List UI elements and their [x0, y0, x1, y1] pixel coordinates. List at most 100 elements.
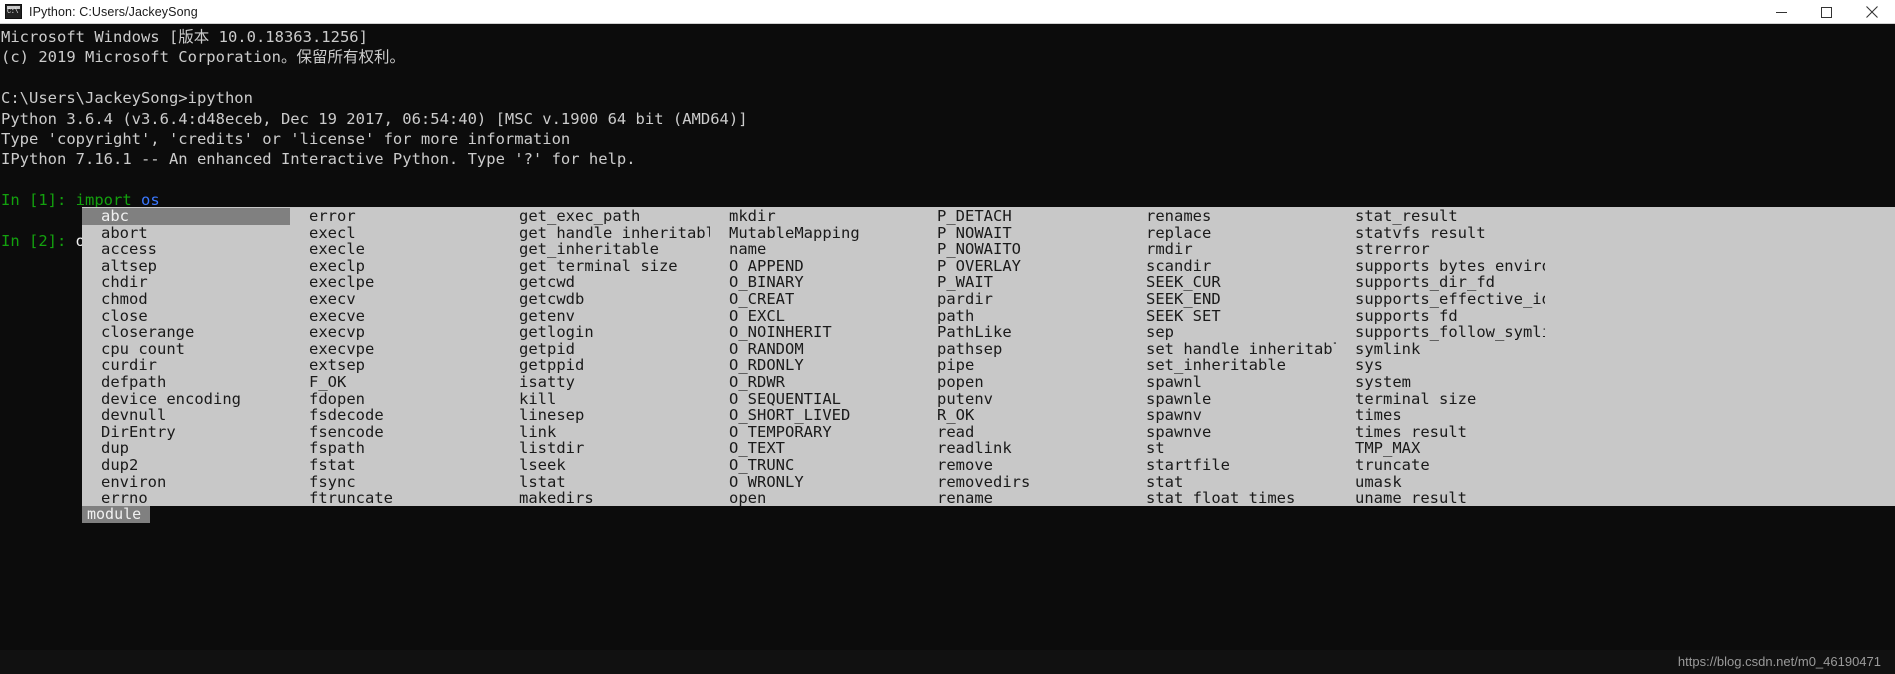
completion-item[interactable]: symlink: [1336, 341, 1545, 358]
completion-item[interactable]: rmdir: [1127, 241, 1336, 258]
completion-item[interactable]: terminal_size: [1336, 391, 1545, 408]
completion-item[interactable]: scandir: [1127, 258, 1336, 275]
completion-item[interactable]: devnull: [82, 407, 290, 424]
completion-item[interactable]: linesep: [500, 407, 710, 424]
completion-item[interactable]: O_EXCL: [710, 308, 918, 325]
completion-item[interactable]: supports_fd: [1336, 308, 1545, 325]
completion-popup[interactable]: abc abort access altsep chdir chmod close close…: [82, 207, 1895, 506]
completion-item[interactable]: O_SEQUENTIAL: [710, 391, 918, 408]
completion-item[interactable]: defpath: [82, 374, 290, 391]
completion-item[interactable]: link: [500, 424, 710, 441]
completion-item[interactable]: extsep: [290, 357, 500, 374]
completion-item[interactable]: makedirs: [500, 490, 710, 506]
completion-item[interactable]: R_OK: [918, 407, 1127, 424]
completion-item[interactable]: replace: [1127, 225, 1336, 242]
completion-item[interactable]: getpid: [500, 341, 710, 358]
completion-item[interactable]: get_handle_inheritable: [500, 225, 710, 242]
completion-item[interactable]: sep: [1127, 324, 1336, 341]
completion-item[interactable]: pardir: [918, 291, 1127, 308]
completion-item[interactable]: fsdecode: [290, 407, 500, 424]
completion-item[interactable]: statvfs_result: [1336, 225, 1545, 242]
completion-item[interactable]: lseek: [500, 457, 710, 474]
completion-item[interactable]: access: [82, 241, 290, 258]
completion-item[interactable]: MutableMapping: [710, 225, 918, 242]
completion-item[interactable]: dup: [82, 440, 290, 457]
completion-item[interactable]: dup2: [82, 457, 290, 474]
completion-item[interactable]: mkdir: [710, 208, 918, 225]
completion-item[interactable]: path: [918, 308, 1127, 325]
completion-item[interactable]: fsencode: [290, 424, 500, 441]
completion-item[interactable]: listdir: [500, 440, 710, 457]
completion-item[interactable]: getenv: [500, 308, 710, 325]
completion-item[interactable]: O_APPEND: [710, 258, 918, 275]
completion-item[interactable]: O_RDONLY: [710, 357, 918, 374]
completion-item[interactable]: fdopen: [290, 391, 500, 408]
completion-item[interactable]: SEEK_CUR: [1127, 274, 1336, 291]
completion-item[interactable]: stat: [1127, 474, 1336, 491]
completion-item[interactable]: O_RANDOM: [710, 341, 918, 358]
window-titlebar[interactable]: IPython: C:Users/JackeySong: [0, 0, 1895, 24]
completion-item[interactable]: spawnve: [1127, 424, 1336, 441]
completion-item[interactable]: truncate: [1336, 457, 1545, 474]
completion-item[interactable]: execvpe: [290, 341, 500, 358]
completion-item[interactable]: DirEntry: [82, 424, 290, 441]
completion-item[interactable]: P_DETACH: [918, 208, 1127, 225]
completion-item[interactable]: abc: [82, 208, 290, 225]
completion-item[interactable]: renames: [1127, 208, 1336, 225]
completion-item[interactable]: pathsep: [918, 341, 1127, 358]
completion-item[interactable]: isatty: [500, 374, 710, 391]
completion-item[interactable]: close: [82, 308, 290, 325]
completion-item[interactable]: spawnle: [1127, 391, 1336, 408]
minimize-icon[interactable]: [1759, 0, 1804, 24]
completion-item[interactable]: popen: [918, 374, 1127, 391]
completion-item[interactable]: altsep: [82, 258, 290, 275]
completion-item[interactable]: O_NOINHERIT: [710, 324, 918, 341]
completion-item[interactable]: errno: [82, 490, 290, 506]
completion-item[interactable]: get_inheritable: [500, 241, 710, 258]
completion-item[interactable]: execle: [290, 241, 500, 258]
completion-item[interactable]: execve: [290, 308, 500, 325]
completion-item[interactable]: P_OVERLAY: [918, 258, 1127, 275]
completion-item[interactable]: startfile: [1127, 457, 1336, 474]
completion-item[interactable]: P_NOWAITO: [918, 241, 1127, 258]
completion-item[interactable]: stat_result: [1336, 208, 1545, 225]
completion-item[interactable]: supports_bytes_environ: [1336, 258, 1545, 275]
completion-item[interactable]: putenv: [918, 391, 1127, 408]
completion-item[interactable]: execvp: [290, 324, 500, 341]
completion-item[interactable]: chdir: [82, 274, 290, 291]
completion-item[interactable]: strerror: [1336, 241, 1545, 258]
completion-item[interactable]: fsync: [290, 474, 500, 491]
completion-item[interactable]: SEEK_END: [1127, 291, 1336, 308]
completion-item[interactable]: fspath: [290, 440, 500, 457]
completion-item[interactable]: execlpe: [290, 274, 500, 291]
completion-item[interactable]: O_SHORT_LIVED: [710, 407, 918, 424]
completion-item[interactable]: fstat: [290, 457, 500, 474]
completion-item[interactable]: name: [710, 241, 918, 258]
completion-item[interactable]: SEEK_SET: [1127, 308, 1336, 325]
completion-item[interactable]: times_result: [1336, 424, 1545, 441]
completion-item[interactable]: environ: [82, 474, 290, 491]
completion-item[interactable]: supports_effective_ids: [1336, 291, 1545, 308]
completion-item[interactable]: O_TEXT: [710, 440, 918, 457]
completion-item[interactable]: O_TEMPORARY: [710, 424, 918, 441]
completion-item[interactable]: execv: [290, 291, 500, 308]
completion-item[interactable]: set_inheritable: [1127, 357, 1336, 374]
completion-item[interactable]: lstat: [500, 474, 710, 491]
completion-item[interactable]: st: [1127, 440, 1336, 457]
completion-item[interactable]: abort: [82, 225, 290, 242]
completion-item[interactable]: spawnl: [1127, 374, 1336, 391]
completion-item[interactable]: getcwdb: [500, 291, 710, 308]
completion-item[interactable]: times: [1336, 407, 1545, 424]
completion-item[interactable]: ftruncate: [290, 490, 500, 506]
completion-item[interactable]: set_handle_inheritable: [1127, 341, 1336, 358]
completion-item[interactable]: P_NOWAIT: [918, 225, 1127, 242]
close-icon[interactable]: [1849, 0, 1895, 24]
completion-item[interactable]: umask: [1336, 474, 1545, 491]
completion-item[interactable]: execlp: [290, 258, 500, 275]
completion-item[interactable]: getcwd: [500, 274, 710, 291]
completion-item[interactable]: curdir: [82, 357, 290, 374]
completion-item[interactable]: kill: [500, 391, 710, 408]
completion-item[interactable]: O_RDWR: [710, 374, 918, 391]
completion-item[interactable]: supports_dir_fd: [1336, 274, 1545, 291]
maximize-icon[interactable]: [1804, 0, 1849, 24]
